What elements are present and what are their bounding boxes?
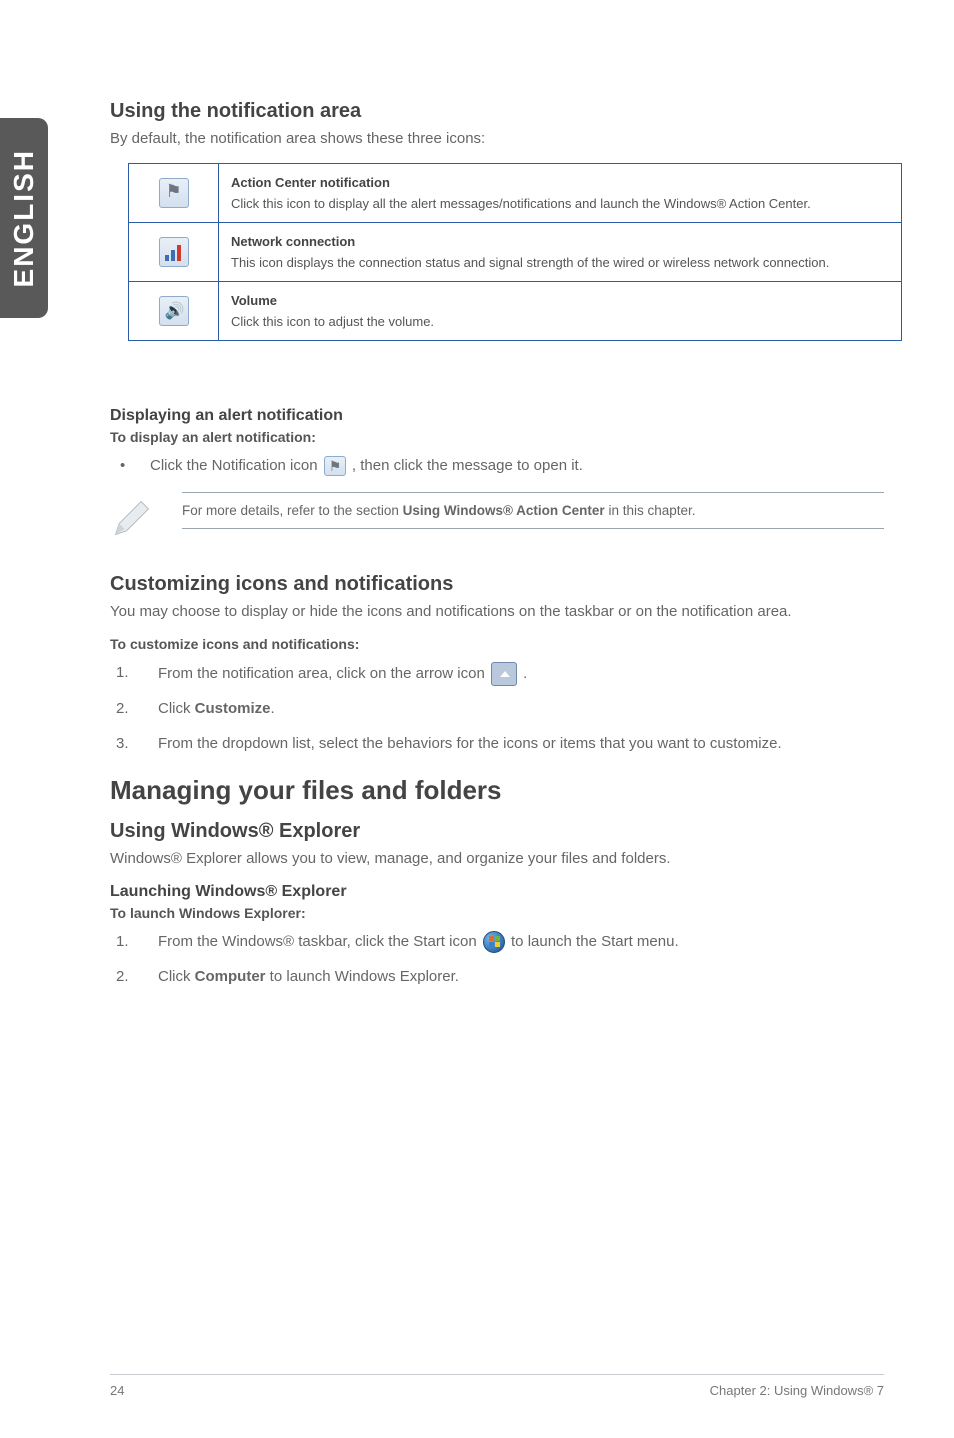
desc-cell: Action Center notification Click this ic…: [219, 164, 902, 223]
text-fragment: .: [271, 700, 275, 717]
page-footer: 24 Chapter 2: Using Windows® 7: [110, 1374, 884, 1398]
text-fragment: Click the Notification icon: [150, 457, 322, 474]
icon-cell: [129, 282, 219, 341]
text-fragment: From the Windows® taskbar, click the Sta…: [158, 933, 481, 950]
text-fragment: From the notification area, click on the…: [158, 665, 489, 682]
table-row: Volume Click this icon to adjust the vol…: [129, 282, 902, 341]
list-item: Click Customize.: [110, 698, 884, 721]
row-desc: Click this icon to display all the alert…: [231, 196, 811, 211]
customize-steps: From the notification area, click on the…: [110, 662, 884, 755]
pencil-icon: [110, 492, 158, 545]
icon-cell: [129, 223, 219, 282]
desc-cell: Network connection This icon displays th…: [219, 223, 902, 282]
page-number: 24: [110, 1383, 124, 1398]
list-item: Click the Notification icon , then click…: [110, 455, 884, 478]
notification-icons-table: Action Center notification Click this ic…: [128, 163, 902, 341]
alert-steps-list: Click the Notification icon , then click…: [110, 455, 884, 478]
language-tab: ENGLISH: [0, 118, 48, 318]
intro-explorer: Windows® Explorer allows you to view, ma…: [110, 849, 884, 869]
desc-cell: Volume Click this icon to adjust the vol…: [219, 282, 902, 341]
text-fragment: For more details, refer to the section: [182, 503, 403, 518]
icon-cell: [129, 164, 219, 223]
intro-customizing: You may choose to display or hide the ic…: [110, 602, 884, 622]
subhead-launch-explorer: To launch Windows Explorer:: [110, 905, 884, 921]
heading-display-alert: Displaying an alert notification: [110, 407, 884, 425]
note-text: For more details, refer to the section U…: [182, 492, 884, 529]
start-icon: [483, 931, 505, 953]
launch-steps: From the Windows® taskbar, click the Sta…: [110, 931, 884, 988]
heading-managing: Managing your files and folders: [110, 775, 884, 806]
heading-customizing: Customizing icons and notifications: [110, 573, 884, 596]
row-desc: Click this icon to adjust the volume.: [231, 314, 434, 329]
text-fragment: to launch the Start menu.: [511, 933, 679, 950]
notification-flag-icon: [324, 456, 346, 476]
text-fragment: .: [523, 665, 527, 682]
table-row: Action Center notification Click this ic…: [129, 164, 902, 223]
bold-computer: Computer: [195, 968, 266, 985]
text-fragment: , then click the message to open it.: [352, 457, 583, 474]
table-row: Network connection This icon displays th…: [129, 223, 902, 282]
heading-using-explorer: Using Windows® Explorer: [110, 820, 884, 843]
heading-notification-area: Using the notification area: [110, 100, 884, 123]
list-item: From the dropdown list, select the behav…: [110, 733, 884, 756]
text-fragment: to launch Windows Explorer.: [266, 968, 459, 985]
row-title: Network connection: [231, 234, 889, 249]
subhead-customize: To customize icons and notifications:: [110, 636, 884, 652]
list-item: From the notification area, click on the…: [110, 662, 884, 686]
text-fragment: From the dropdown list, select the behav…: [158, 735, 782, 752]
list-item: Click Computer to launch Windows Explore…: [110, 966, 884, 989]
text-fragment: Click: [158, 968, 195, 985]
list-item: From the Windows® taskbar, click the Sta…: [110, 931, 884, 954]
chapter-label: Chapter 2: Using Windows® 7: [710, 1383, 884, 1398]
heading-launching-explorer: Launching Windows® Explorer: [110, 883, 884, 901]
language-tab-text: ENGLISH: [8, 149, 40, 287]
arrow-up-icon: [491, 662, 517, 686]
volume-icon: [159, 296, 189, 326]
row-title: Volume: [231, 293, 889, 308]
network-connection-icon: [159, 237, 189, 267]
text-fragment: in this chapter.: [605, 503, 696, 518]
page-content: Using the notification area By default, …: [110, 0, 884, 988]
action-center-flag-icon: [159, 178, 189, 208]
row-desc: This icon displays the connection status…: [231, 255, 829, 270]
intro-notification-area: By default, the notification area shows …: [110, 129, 884, 149]
subhead-display-alert: To display an alert notification:: [110, 429, 884, 445]
bold-customize: Customize: [195, 700, 271, 717]
note-block: For more details, refer to the section U…: [110, 492, 884, 545]
row-title: Action Center notification: [231, 175, 889, 190]
text-fragment: Click: [158, 700, 195, 717]
note-bold: Using Windows® Action Center: [403, 503, 605, 518]
